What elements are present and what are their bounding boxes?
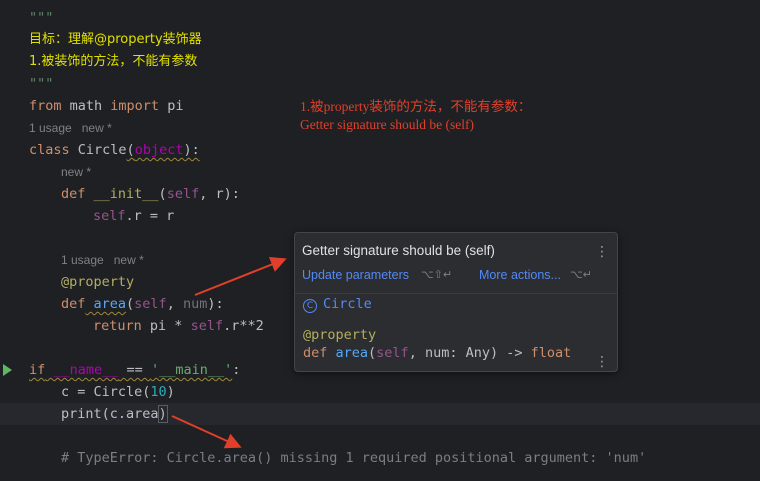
popup-separator [295, 293, 617, 294]
inspection-popup[interactable]: Getter signature should be (self) ⋮ Upda… [294, 232, 618, 372]
popup-decorator: @property [303, 327, 377, 343]
popup-class-name[interactable]: Circle [323, 296, 372, 312]
more-actions-link[interactable]: More actions... [479, 268, 561, 282]
update-parameters-shortcut: ⌥⇧↵ [421, 268, 453, 281]
popup-title: Getter signature should be (self) [302, 243, 495, 258]
arrow-to-popup [194, 257, 287, 296]
more-menu-icon-bottom[interactable]: ⋮ [595, 355, 609, 369]
class-icon: C [303, 299, 317, 313]
update-parameters-link[interactable]: Update parameters [302, 268, 409, 282]
more-menu-icon[interactable]: ⋮ [595, 245, 609, 259]
popup-signature: def area(self, num: Any) -> float [303, 345, 572, 361]
more-actions-shortcut: ⌥↵ [570, 268, 592, 281]
arrow-to-error [171, 415, 242, 449]
